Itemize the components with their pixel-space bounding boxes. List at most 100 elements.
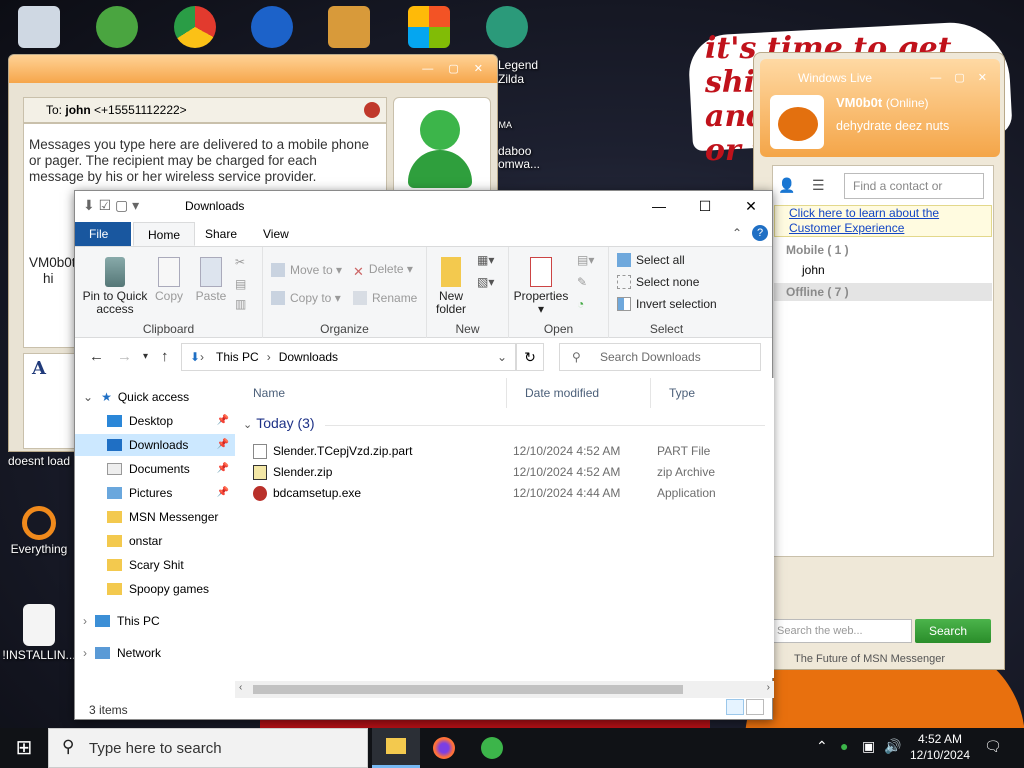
wl-window-controls[interactable]: — ▢ ✕ [930, 71, 992, 84]
group-mobile[interactable]: Mobile ( 1 ) [774, 241, 992, 259]
nav-this-pc[interactable]: › This PC [75, 610, 235, 632]
network-tray-icon[interactable]: ▣ [862, 738, 875, 755]
notifications-icon[interactable]: 🗨 [984, 738, 1002, 755]
block-icon[interactable] [364, 102, 380, 118]
breadcrumb-this-pc[interactable]: This PC [216, 350, 259, 364]
msn-people-icon[interactable] [80, 6, 154, 50]
select-none-button[interactable]: Select none [617, 275, 699, 289]
large-icons-view-icon[interactable] [746, 699, 764, 715]
doesnt-load-icon[interactable]: doesnt load [2, 454, 76, 468]
scroll-thumb[interactable] [253, 685, 683, 694]
tab-file[interactable]: File [75, 222, 131, 246]
nav-network[interactable]: › Network [75, 642, 235, 664]
contact-john[interactable]: john [802, 263, 825, 277]
nav-onstar[interactable]: onstar [75, 530, 235, 552]
invert-selection-button[interactable]: Invert selection [617, 297, 717, 311]
quick-access-toolbar[interactable]: ⬇ ☑ ▢ ▾ [83, 197, 139, 214]
add-contact-icon[interactable]: 👤 [778, 177, 795, 194]
notice-link-line2[interactable]: Customer Experience [789, 221, 991, 236]
group-today[interactable]: ⌄ Today (3) [243, 415, 315, 431]
new-folder-button[interactable]: New folder [431, 257, 471, 316]
tab-share[interactable]: Share [191, 222, 251, 246]
breadcrumb-downloads[interactable]: Downloads [279, 350, 338, 364]
open-icon[interactable]: ▤▾ [577, 253, 594, 267]
paste-button[interactable]: Paste [193, 257, 229, 303]
msn-conversation-titlebar[interactable]: — ▢ ✕ [9, 55, 497, 83]
msn-task-icon[interactable] [468, 728, 516, 768]
address-bar[interactable]: ⬇ › This PC › Downloads ⌄ [181, 343, 516, 371]
column-name[interactable]: Name [235, 378, 507, 408]
move-to-button[interactable]: Move to ▾ [271, 263, 342, 277]
recent-locations-icon[interactable]: ▾ [143, 351, 148, 362]
column-type[interactable]: Type [651, 378, 774, 408]
show-hidden-icons[interactable]: ⌃ [816, 738, 828, 755]
history-icon[interactable]: ◔ [577, 297, 584, 311]
help-icon[interactable]: ? [752, 225, 768, 241]
chrome-icon[interactable] [158, 6, 232, 50]
scroll-left-icon[interactable]: ‹ [239, 682, 242, 693]
close-button[interactable]: ✕ [728, 191, 774, 221]
nav-scary-shit[interactable]: Scary Shit [75, 554, 235, 576]
group-offline[interactable]: Offline ( 7 ) [774, 283, 992, 301]
refresh-button[interactable]: ↻ [516, 343, 544, 371]
nav-pictures[interactable]: Pictures 📌 [75, 482, 235, 504]
ribbon-collapse-icon[interactable]: ⌃ [732, 226, 742, 240]
folder-app-icon[interactable] [312, 6, 386, 50]
delete-button[interactable]: ✕ Delete ▾ [353, 263, 413, 279]
windows-live-messenger[interactable]: Windows Live — ▢ ✕ VM0b0t (Online) dehyd… [753, 52, 1005, 670]
new-item-icon[interactable]: ▦▾ [477, 253, 494, 267]
column-date-modified[interactable]: Date modified [507, 378, 651, 408]
search-downloads-input[interactable]: ⚲ Search Downloads [559, 343, 761, 371]
copy-button[interactable]: Copy [151, 257, 187, 303]
edit-icon[interactable]: ✎ [577, 275, 587, 289]
notice-link-line1[interactable]: Click here to learn about the [789, 206, 991, 221]
msn-tray-icon[interactable]: ● [840, 738, 848, 754]
explorer-titlebar[interactable]: ⬇ ☑ ▢ ▾ Downloads — ☐ ✕ [75, 191, 772, 222]
nav-quick-access[interactable]: ⌄ ★ Quick access [75, 386, 235, 408]
scroll-right-icon[interactable]: › [767, 682, 770, 693]
address-dropdown-icon[interactable]: ⌄ [497, 344, 507, 370]
file-explorer-task-icon[interactable] [372, 728, 420, 768]
maximize-button[interactable]: ☐ [682, 191, 728, 221]
up-icon[interactable]: ↑ [161, 348, 169, 365]
experience-notice[interactable]: Click here to learn about the Customer E… [774, 205, 992, 237]
legend-zilda-icon[interactable]: Legend Zilda [470, 6, 544, 86]
copy-path-icon[interactable]: ▤ [235, 277, 246, 291]
file-row[interactable]: bdcamsetup.exe 12/10/2024 4:44 AM Applic… [253, 483, 768, 504]
p-app-icon[interactable] [235, 6, 309, 50]
cut-icon[interactable]: ✂ [235, 255, 245, 269]
nav-spoopy-games[interactable]: Spoopy games [75, 578, 235, 600]
everything-icon[interactable]: Everything [2, 506, 76, 556]
web-search-button[interactable]: Search [915, 619, 991, 643]
file-row[interactable]: Slender.zip 12/10/2024 4:52 AM zip Archi… [253, 462, 768, 483]
copy-to-button[interactable]: Copy to ▾ [271, 291, 341, 305]
taskbar-search-input[interactable]: Type here to search [48, 728, 368, 768]
volume-icon[interactable]: 🔊 [884, 738, 901, 755]
details-view-icon[interactable] [726, 699, 744, 715]
wl-display-name[interactable]: VM0b0t (Online) [836, 95, 929, 110]
rename-button[interactable]: Rename [353, 291, 417, 305]
properties-button[interactable]: Properties ▾ [513, 257, 569, 316]
windows-start-icon[interactable]: ⊞ [0, 728, 48, 768]
tab-view[interactable]: View [249, 222, 303, 246]
nav-msn-messenger[interactable]: MSN Messenger [75, 506, 235, 528]
easy-access-icon[interactable]: ▧▾ [477, 275, 494, 289]
web-search-input[interactable]: Search the web... [772, 619, 912, 643]
back-icon[interactable]: ← [89, 348, 104, 365]
personal-message[interactable]: dehydrate deez nuts [836, 119, 949, 133]
file-row[interactable]: Slender.TCepjVzd.zip.part 12/10/2024 4:5… [253, 441, 768, 462]
font-icon[interactable]: A [32, 358, 46, 379]
pin-quick-access-button[interactable]: Pin to Quick access [81, 257, 149, 316]
nav-downloads[interactable]: Downloads 📌 [75, 434, 235, 456]
forward-icon[interactable]: → [117, 348, 132, 365]
nav-desktop[interactable]: Desktop 📌 [75, 410, 235, 432]
firefox-task-icon[interactable] [420, 728, 468, 768]
file-explorer-window[interactable]: ⬇ ☑ ▢ ▾ Downloads — ☐ ✕ File Home Share … [74, 190, 774, 720]
installing-icon[interactable]: !INSTALLIN... [2, 604, 76, 662]
minimize-button[interactable]: — [636, 191, 682, 221]
nav-documents[interactable]: Documents 📌 [75, 458, 235, 480]
taskbar-clock[interactable]: 4:52 AM 12/10/2024 [908, 731, 972, 763]
msn-conv-window-controls[interactable]: — ▢ ✕ [422, 62, 489, 75]
paste-shortcut-icon[interactable]: ▥ [235, 297, 246, 311]
sort-list-icon[interactable]: ☰ [812, 177, 825, 194]
